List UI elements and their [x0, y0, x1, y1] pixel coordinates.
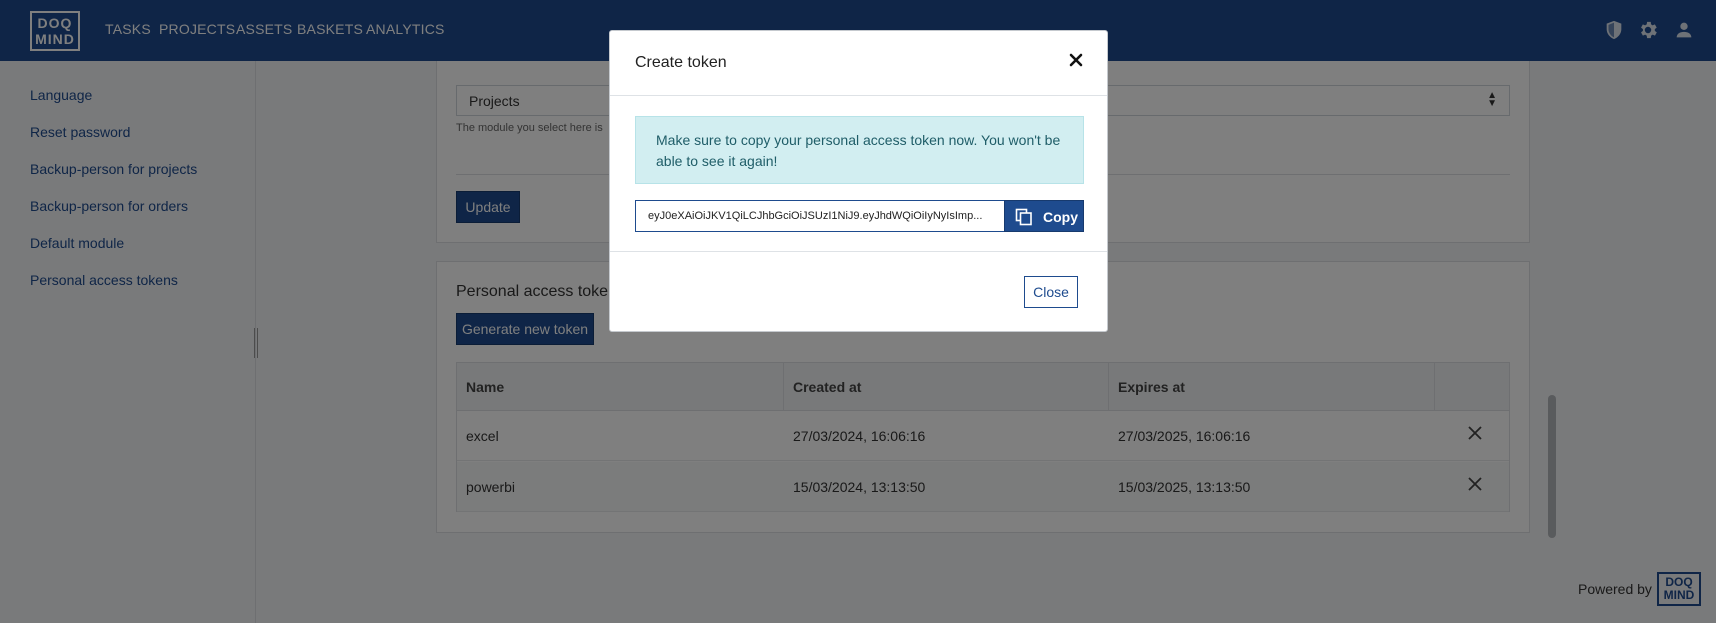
copy-label: Copy [1043, 209, 1078, 225]
close-icon[interactable] [1069, 53, 1083, 67]
copy-warning-alert: Make sure to copy your personal access t… [635, 116, 1084, 184]
modal-header: Create token [610, 31, 1107, 96]
token-input-group: Copy [635, 200, 1084, 232]
create-token-modal: Create token Make sure to copy your pers… [609, 30, 1108, 332]
modal-title: Create token [635, 54, 727, 71]
close-button[interactable]: Close [1024, 276, 1078, 308]
copy-token-button[interactable]: Copy [1004, 200, 1084, 232]
copy-icon [1015, 208, 1032, 226]
alert-text: Make sure to copy your personal access t… [656, 132, 1061, 169]
token-value-field[interactable] [635, 200, 1005, 232]
